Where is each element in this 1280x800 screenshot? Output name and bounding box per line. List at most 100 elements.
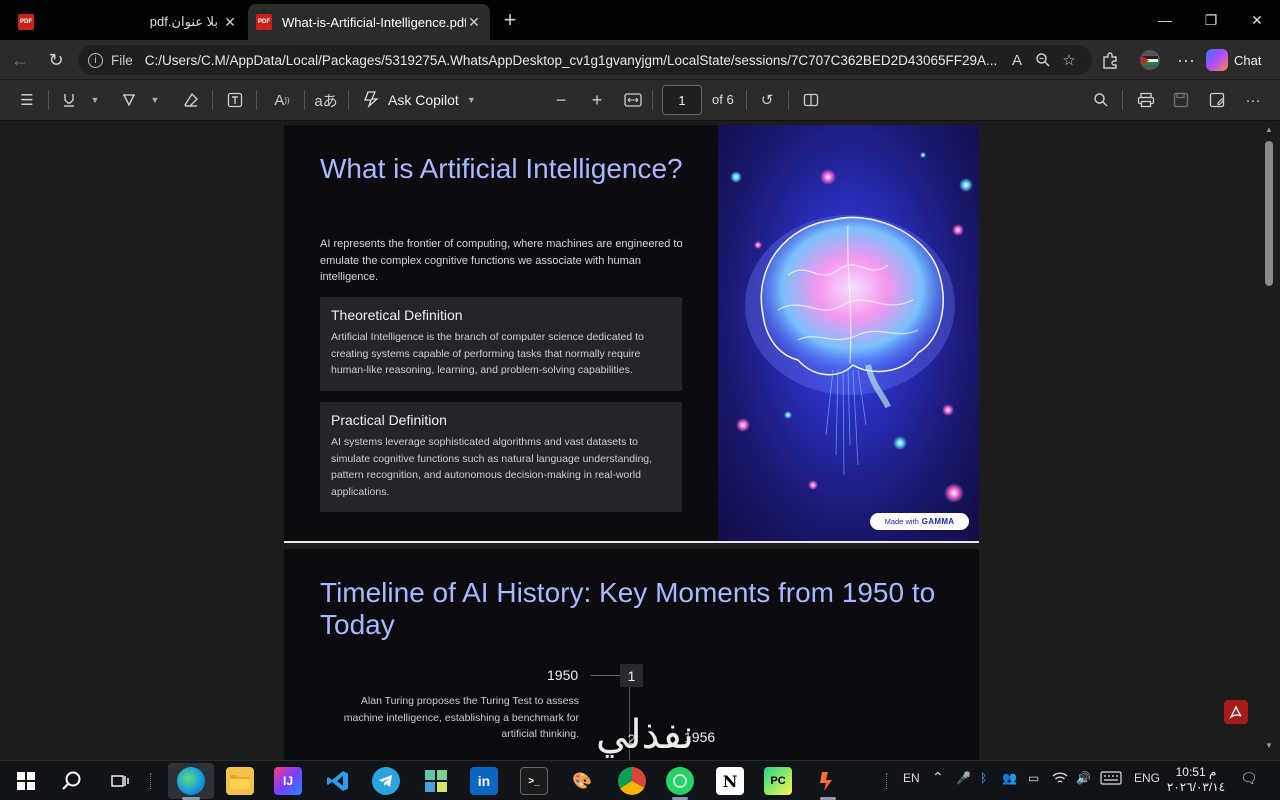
vertical-scrollbar[interactable]: ▲ ▼ <box>1261 121 1277 760</box>
fit-page-icon[interactable] <box>622 88 644 112</box>
teams-icon[interactable]: 👥 <box>1002 771 1017 785</box>
add-text-icon[interactable] <box>224 88 246 112</box>
file-scheme-label: File <box>111 52 133 68</box>
chevron-down-icon[interactable]: ▼ <box>148 88 162 112</box>
pdf-page-2: Timeline of AI History: Key Moments from… <box>284 549 979 760</box>
zoom-in-icon[interactable]: + <box>586 88 608 112</box>
linkedin-icon[interactable]: in <box>470 767 498 795</box>
scroll-thumb[interactable] <box>1265 141 1273 286</box>
save-as-icon[interactable] <box>1206 88 1228 112</box>
more-options-icon[interactable]: ··· <box>1242 88 1264 112</box>
terminal-icon[interactable]: >_ <box>520 767 548 795</box>
app-icon[interactable] <box>814 767 842 795</box>
read-aloud-icon[interactable]: A)) <box>270 88 294 112</box>
app-icon[interactable]: 🎨 <box>568 767 596 795</box>
address-toolbar: ← ↻ i File C:/Users/C.M/AppData/Local/Pa… <box>0 40 1280 80</box>
address-bar[interactable]: i File C:/Users/C.M/AppData/Local/Packag… <box>78 45 1092 75</box>
telegram-icon[interactable] <box>372 767 400 795</box>
extensions-icon[interactable] <box>1096 46 1124 74</box>
tab-ai-pdf[interactable]: PDF What-is-Artificial-Intelligence.pdf … <box>248 4 490 40</box>
gamma-logo: GAMMA <box>921 517 955 526</box>
system-clock[interactable]: 10:51 م ٢٠٢٦/٠٣/١٤ <box>1166 765 1226 795</box>
info-icon[interactable]: i <box>88 52 103 68</box>
chat-label: Chat <box>1234 52 1262 68</box>
made-with-gamma-badge[interactable]: Made with GAMMA <box>870 513 969 530</box>
back-arrow-icon[interactable]: ← <box>6 46 34 74</box>
restore-button[interactable]: ❐ <box>1188 0 1234 40</box>
draw-icon[interactable] <box>118 88 140 112</box>
save-icon[interactable] <box>1170 88 1192 112</box>
tab-title: What-is-Artificial-Intelligence.pdf <box>282 14 466 30</box>
search-icon[interactable] <box>1090 88 1112 112</box>
wifi-icon[interactable] <box>1052 771 1068 788</box>
zoom-icon[interactable] <box>1030 47 1056 73</box>
timeline-marker: 1 <box>620 664 643 687</box>
notion-icon[interactable]: N <box>716 767 744 795</box>
edge-browser-icon[interactable] <box>177 767 205 795</box>
ask-copilot-button[interactable]: Ask Copilot ▼ <box>362 88 476 112</box>
bluetooth-icon[interactable]: ᛒ <box>980 771 987 785</box>
clock-date: ٢٠٢٦/٠٣/١٤ <box>1166 780 1226 794</box>
intellij-idea-icon[interactable]: IJ <box>274 767 302 795</box>
pdf-viewer[interactable]: What is Artificial Intelligence? AI repr… <box>0 121 1280 760</box>
favorite-star-icon[interactable]: ☆ <box>1056 47 1082 73</box>
pdf-toolbar: ☰ ▼ ▼ A)) aあ Ask Copilot ▼ − + 1 of 6 ↺ <box>0 80 1280 121</box>
page-total-label: of 6 <box>712 92 734 107</box>
touch-keyboard-icon[interactable] <box>1100 771 1122 788</box>
chevron-down-icon: ▼ <box>466 95 476 105</box>
toolbar-divider <box>1122 90 1123 110</box>
task-view-icon[interactable] <box>106 767 134 795</box>
tab-close-icon[interactable]: ✕ <box>222 14 238 31</box>
minimize-button[interactable]: — <box>1142 0 1188 40</box>
rotate-icon[interactable]: ↺ <box>756 88 778 112</box>
highlight-icon[interactable] <box>58 88 80 112</box>
file-explorer-icon[interactable] <box>226 767 254 795</box>
notifications-icon[interactable]: 🗨 <box>1240 770 1258 787</box>
more-menu-icon[interactable]: ··· <box>1172 46 1200 74</box>
tab-close-icon[interactable]: ✕ <box>466 14 482 31</box>
microphone-icon[interactable]: 🎤 <box>956 771 971 785</box>
copilot-chat-button[interactable]: Chat <box>1206 46 1261 74</box>
chevron-down-icon[interactable]: ▼ <box>88 88 102 112</box>
url-text[interactable]: C:/Users/C.M/AppData/Local/Packages/5319… <box>145 53 1004 68</box>
page-title: What is Artificial Intelligence? <box>320 153 683 184</box>
print-icon[interactable] <box>1134 88 1158 112</box>
glowing-brain-image: Made with GAMMA <box>718 125 979 541</box>
chrome-icon[interactable] <box>618 767 646 795</box>
vscode-icon[interactable] <box>324 767 352 795</box>
tab-untitled-pdf[interactable]: PDF pdf.بلا عنوان ✕ <box>10 4 246 40</box>
search-icon[interactable] <box>58 767 86 795</box>
scroll-down-arrow-icon[interactable]: ▼ <box>1264 741 1274 750</box>
page-number-input[interactable]: 1 <box>662 85 702 115</box>
pycharm-icon[interactable]: PC <box>764 767 792 795</box>
contents-list-icon[interactable]: ☰ <box>16 88 38 112</box>
photos-app-icon[interactable] <box>422 767 450 795</box>
card-title: Theoretical Definition <box>331 307 463 323</box>
page-view-icon[interactable] <box>800 88 822 112</box>
tab-title: pdf.بلا عنوان <box>149 14 218 29</box>
whatsapp-icon[interactable] <box>666 767 694 795</box>
tab-strip: PDF pdf.بلا عنوان ✕ PDF What-is-Artifici… <box>0 0 1280 40</box>
translate-icon[interactable]: aあ <box>314 88 338 112</box>
toolbar-divider <box>788 90 789 110</box>
chevron-up-icon[interactable]: ⌃ <box>932 769 944 786</box>
volume-icon[interactable]: 🔊 <box>1076 771 1091 785</box>
reload-icon[interactable]: ↻ <box>42 46 70 74</box>
zoom-out-icon[interactable]: − <box>550 88 572 112</box>
read-aloud-icon[interactable]: A <box>1004 47 1030 73</box>
profile-avatar[interactable] <box>1136 46 1164 74</box>
pdf-page-1: What is Artificial Intelligence? AI repr… <box>284 125 979 541</box>
pdf-file-icon: PDF <box>18 14 34 30</box>
new-tab-button[interactable]: + <box>498 8 522 32</box>
battery-icon[interactable]: ▭ <box>1028 771 1039 785</box>
keyboard-layout[interactable]: ENG <box>1134 771 1160 785</box>
toolbar-divider <box>304 90 305 110</box>
input-language[interactable]: EN <box>903 771 920 785</box>
scroll-up-arrow-icon[interactable]: ▲ <box>1264 125 1274 134</box>
windows-start-icon[interactable] <box>12 767 40 795</box>
close-window-button[interactable]: ✕ <box>1234 0 1280 40</box>
theoretical-definition-card: Theoretical Definition Artificial Intell… <box>320 297 682 391</box>
acrobat-icon[interactable] <box>1224 700 1248 724</box>
eraser-icon[interactable] <box>180 88 202 112</box>
toolbar-divider <box>652 90 653 110</box>
